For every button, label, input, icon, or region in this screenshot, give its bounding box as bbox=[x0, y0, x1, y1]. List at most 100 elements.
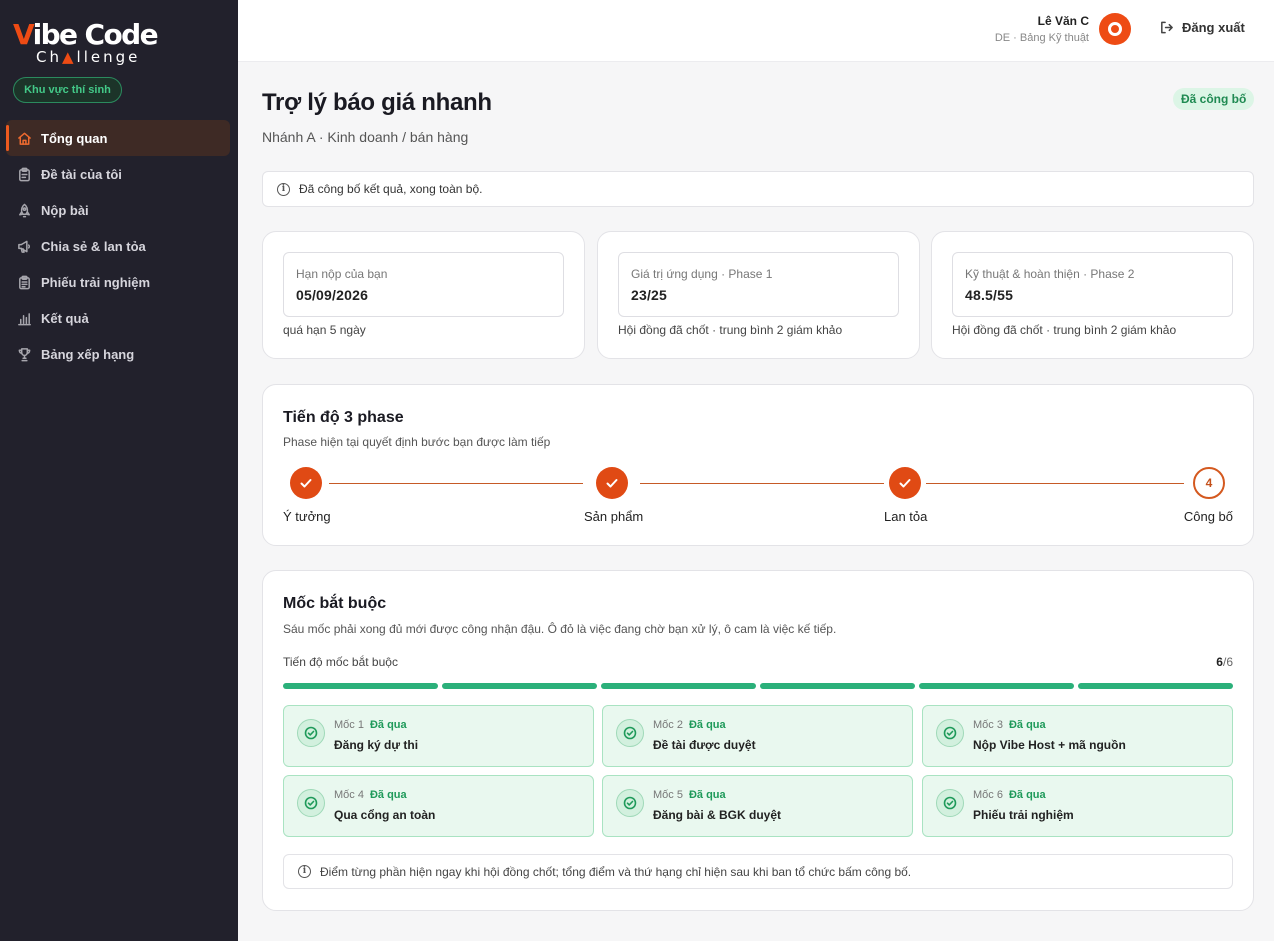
stat-label: Kỹ thuật & hoàn thiện · Phase 2 bbox=[965, 267, 1135, 281]
sidebar-item-overview[interactable]: Tổng quan bbox=[6, 120, 230, 156]
step-4-pending: 4 bbox=[1193, 467, 1225, 499]
step-connector bbox=[926, 483, 1184, 484]
milestone-name: Đề tài được duyệt bbox=[653, 738, 756, 752]
milestones-subtitle: Sáu mốc phải xong đủ mới được công nhận … bbox=[283, 622, 837, 636]
page-subtitle: Nhánh A · Kinh doanh / bán hàng bbox=[262, 129, 469, 145]
milestone-item: Mốc 6 Đã qua Phiếu trải nghiệm bbox=[922, 775, 1233, 837]
sidebar-item-label: Đề tài của tôi bbox=[41, 166, 122, 182]
phase1-score-card: Giá trị ứng dụng · Phase 1 23/25 Hội đồn… bbox=[597, 231, 920, 359]
rocket-icon bbox=[16, 202, 32, 218]
milestones-title: Mốc bắt buộc bbox=[283, 595, 387, 612]
milestone-item: Mốc 2 Đã qua Đề tài được duyệt bbox=[602, 705, 913, 767]
zone-badge: Khu vực thí sinh bbox=[13, 77, 122, 103]
milestone-status: Đã qua bbox=[369, 789, 407, 801]
check-circle-icon bbox=[297, 789, 325, 817]
stat-value: 05/09/2026 bbox=[296, 287, 369, 303]
phase-progress-subtitle: Phase hiện tại quyết định bước bạn được … bbox=[283, 435, 551, 449]
progress-segment bbox=[601, 683, 756, 689]
stat-note: Hội đồng đã chốt · trung bình 2 giám khả… bbox=[618, 323, 843, 337]
milestone-status: Đã qua bbox=[1008, 719, 1046, 731]
milestone-status: Đã qua bbox=[369, 719, 407, 731]
progress-segment bbox=[283, 683, 438, 689]
check-icon bbox=[899, 479, 911, 488]
progress-segment bbox=[760, 683, 915, 689]
sidebar-item-my-topic[interactable]: Đề tài của tôi bbox=[6, 156, 230, 192]
milestone-name: Phiếu trải nghiệm bbox=[973, 808, 1074, 822]
clipboard-check-icon bbox=[16, 274, 32, 290]
info-icon: i bbox=[298, 865, 311, 878]
logout-icon bbox=[1161, 21, 1173, 34]
avatar[interactable] bbox=[1099, 13, 1131, 45]
milestone-item: Mốc 1 Đã qua Đăng ký dự thi bbox=[283, 705, 594, 767]
top-bar: Lê Văn C DE · Bảng Kỹ thuật Đăng xuất bbox=[238, 0, 1274, 62]
bar-chart-icon bbox=[16, 310, 32, 326]
logout-button[interactable]: Đăng xuất bbox=[1159, 20, 1245, 35]
sidebar-nav: Tổng quan Đề tài của tôi Nộp bài Chia sẻ… bbox=[6, 120, 230, 372]
step-3-done bbox=[889, 467, 921, 499]
score-footnote: i Điểm từng phần hiện ngay khi hội đồng … bbox=[283, 854, 1233, 889]
page-title: Trợ lý báo giá nhanh bbox=[262, 89, 492, 116]
info-icon: i bbox=[277, 182, 290, 196]
step-connector bbox=[329, 483, 583, 484]
sidebar-item-label: Phiếu trải nghiệm bbox=[41, 274, 151, 290]
step-1-done bbox=[290, 467, 322, 499]
sidebar-item-experience-form[interactable]: Phiếu trải nghiệm bbox=[6, 264, 230, 300]
check-icon bbox=[300, 479, 312, 488]
stat-value: 23/25 bbox=[631, 287, 668, 303]
step-label: Ý tưởng bbox=[283, 509, 331, 524]
stat-label: Giá trị ứng dụng · Phase 1 bbox=[631, 267, 773, 281]
phase2-score-box: Kỹ thuật & hoàn thiện · Phase 2 48.5/55 bbox=[952, 252, 1233, 317]
progress-segment bbox=[442, 683, 597, 689]
megaphone-icon bbox=[16, 238, 32, 254]
progress-segment bbox=[919, 683, 1074, 689]
info-banner: i Đã công bố kết quả, xong toàn bộ. bbox=[262, 171, 1254, 207]
check-circle-icon bbox=[936, 719, 964, 747]
sidebar-item-leaderboard[interactable]: Bảng xếp hạng bbox=[6, 336, 230, 372]
step-label: Công bố bbox=[1183, 509, 1233, 524]
milestone-name: Qua cổng an toàn bbox=[334, 808, 436, 822]
stat-label: Hạn nộp của bạn bbox=[296, 267, 388, 281]
sidebar-item-label: Tổng quan bbox=[41, 130, 108, 146]
step-connector bbox=[640, 483, 884, 484]
sidebar-item-results[interactable]: Kết quả bbox=[6, 300, 230, 336]
milestone-name: Đăng ký dự thi bbox=[334, 738, 419, 752]
phase1-score-box: Giá trị ứng dụng · Phase 1 23/25 bbox=[618, 252, 899, 317]
milestones-card: Mốc bắt buộc Sáu mốc phải xong đủ mới đư… bbox=[262, 570, 1254, 911]
step-2-done bbox=[596, 467, 628, 499]
milestone-status: Đã qua bbox=[688, 789, 726, 801]
user-role: DE · Bảng Kỹ thuật bbox=[994, 32, 1089, 44]
step-label: Lan tỏa bbox=[884, 509, 928, 524]
milestone-item: Mốc 3 Đã qua Nộp Vibe Host + mã nguồn bbox=[922, 705, 1233, 767]
deadline-box: Hạn nộp của bạn 05/09/2026 bbox=[283, 252, 564, 317]
check-circle-icon bbox=[297, 719, 325, 747]
check-circle-icon bbox=[936, 789, 964, 817]
home-icon bbox=[16, 130, 32, 146]
deadline-card: Hạn nộp của bạn 05/09/2026 quá hạn 5 ngà… bbox=[262, 231, 585, 359]
milestone-progress-label: Tiến độ mốc bắt buộc bbox=[283, 655, 398, 669]
milestone-name: Đăng bài & BGK duyệt bbox=[653, 808, 782, 822]
check-circle-icon bbox=[616, 719, 644, 747]
sidebar-item-label: Chia sẻ & lan tỏa bbox=[41, 238, 146, 254]
milestone-status: Đã qua bbox=[688, 719, 726, 731]
clipboard-icon bbox=[16, 166, 32, 182]
user-name: Lê Văn C bbox=[1037, 14, 1089, 28]
vibe-code-logo[interactable]: Vibe Code Ch▲llenge bbox=[13, 18, 163, 68]
progress-segment bbox=[1078, 683, 1233, 689]
stat-value: 48.5/55 bbox=[965, 287, 1014, 303]
milestone-item: Mốc 5 Đã qua Đăng bài & BGK duyệt bbox=[602, 775, 913, 837]
sidebar-item-submit[interactable]: Nộp bài bbox=[6, 192, 230, 228]
sidebar: Vibe Code Ch▲llenge Khu vực thí sinh Tổn… bbox=[0, 0, 238, 941]
stat-note: Hội đồng đã chốt · trung bình 2 giám khả… bbox=[952, 323, 1177, 337]
avatar-ring-icon bbox=[1108, 22, 1122, 36]
milestone-item: Mốc 4 Đã qua Qua cổng an toàn bbox=[283, 775, 594, 837]
step-label: Sản phẩm bbox=[584, 509, 644, 524]
milestone-name: Nộp Vibe Host + mã nguồn bbox=[973, 738, 1126, 752]
phase-progress-card: Tiến độ 3 phase Phase hiện tại quyết địn… bbox=[262, 384, 1254, 546]
milestone-progress-count: 6/6 bbox=[1216, 655, 1233, 669]
phase2-score-card: Kỹ thuật & hoàn thiện · Phase 2 48.5/55 … bbox=[931, 231, 1254, 359]
status-badge: Đã công bố bbox=[1173, 88, 1255, 110]
milestone-status: Đã qua bbox=[1008, 789, 1046, 801]
sidebar-item-share[interactable]: Chia sẻ & lan tỏa bbox=[6, 228, 230, 264]
check-icon bbox=[606, 479, 618, 488]
sidebar-item-label: Bảng xếp hạng bbox=[41, 346, 135, 362]
